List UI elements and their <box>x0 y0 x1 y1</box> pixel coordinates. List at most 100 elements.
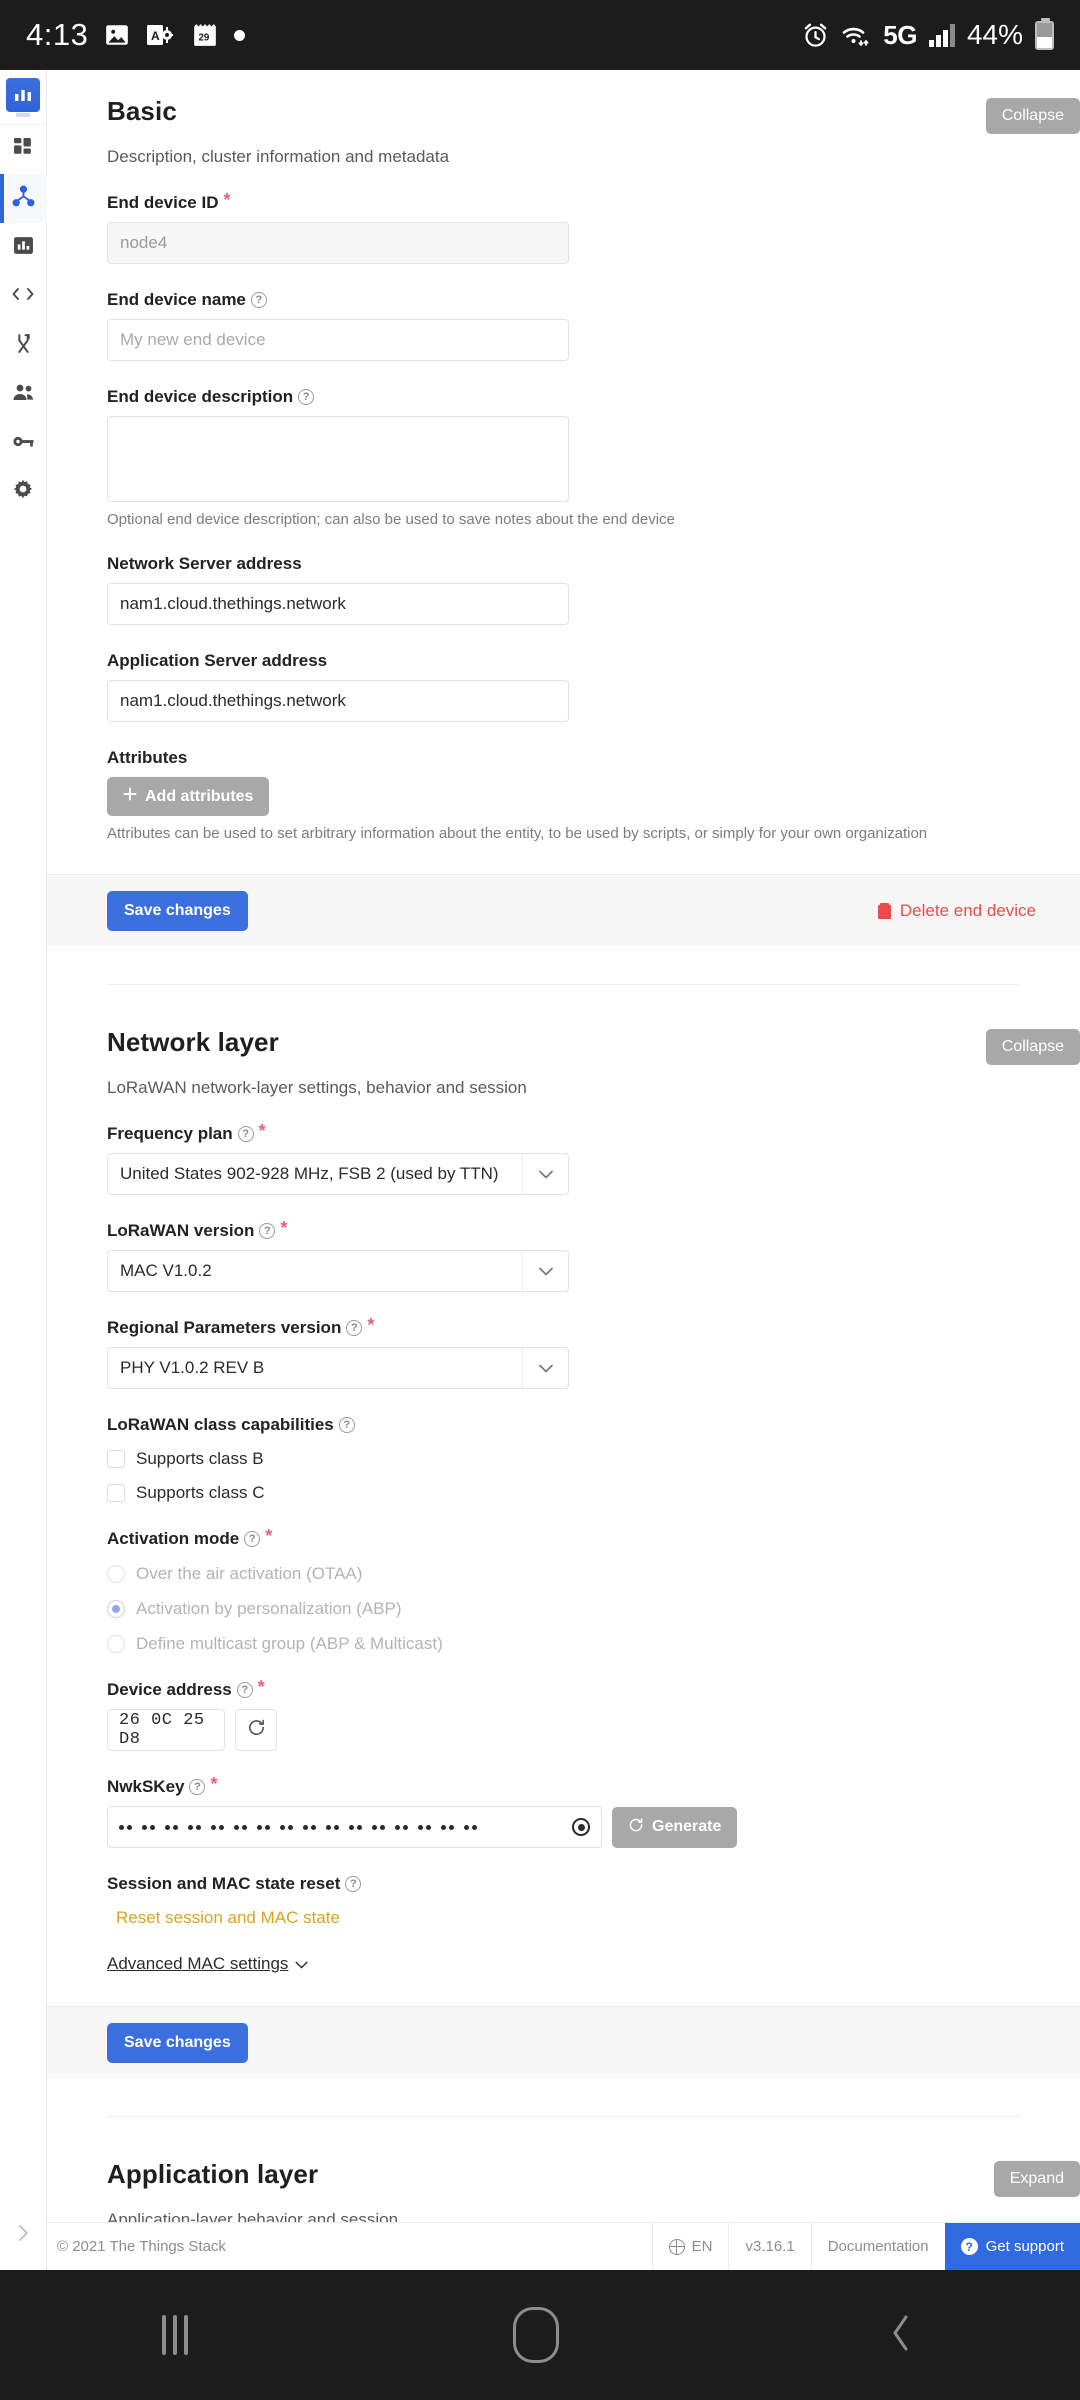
end-device-name-input[interactable]: My new end device <box>107 319 569 361</box>
network-layer-section-body: Frequency plan ? * United States 902-928… <box>47 1122 1080 1974</box>
bar-chart-icon <box>13 235 34 261</box>
back-button[interactable] <box>884 2310 918 2361</box>
activation-multicast-radio <box>107 1635 125 1653</box>
sidebar-expand-button[interactable] <box>0 2200 47 2270</box>
application-server-address-field: Application Server address nam1.cloud.th… <box>107 651 1036 722</box>
footer-links: EN v3.16.1 Documentation ? Get support <box>651 2223 1080 2270</box>
attributes-field: Attributes Add attributes Attributes can… <box>107 748 1036 842</box>
sidebar-item-live-data[interactable] <box>0 223 47 272</box>
footer-get-support-button[interactable]: ? Get support <box>944 2223 1080 2270</box>
battery-icon <box>1035 17 1054 50</box>
advanced-mac-settings-link[interactable]: Advanced MAC settings <box>107 1954 308 1974</box>
help-icon[interactable]: ? <box>236 1682 253 1698</box>
regional-parameters-select[interactable]: PHY V1.0.2 REV B <box>107 1347 569 1389</box>
sidebar-item-integrations[interactable] <box>0 321 47 370</box>
supports-class-b-checkbox[interactable] <box>107 1450 125 1468</box>
chevron-down-icon <box>522 1251 568 1291</box>
required-marker: * <box>257 1677 265 1697</box>
end-device-id-input[interactable]: node4 <box>107 222 569 264</box>
activation-otaa-radio <box>107 1565 125 1583</box>
add-attributes-button[interactable]: Add attributes <box>107 777 270 816</box>
sidebar-item-general-settings[interactable] <box>0 468 47 517</box>
help-icon[interactable]: ? <box>237 1126 254 1142</box>
footer-language-selector[interactable]: EN <box>651 2223 729 2270</box>
reset-session-mac-state-link[interactable]: Reset session and MAC state <box>116 1908 1036 1928</box>
help-icon[interactable]: ? <box>244 1531 261 1547</box>
sidebar-item-api-keys[interactable] <box>0 419 47 468</box>
supports-class-c-checkbox[interactable] <box>107 1484 125 1502</box>
sidebar-item-payload-formatters[interactable] <box>0 272 47 321</box>
nwkskey-generate-button[interactable]: Generate <box>612 1806 738 1848</box>
help-icon[interactable]: ? <box>259 1223 276 1239</box>
frequency-plan-select[interactable]: United States 902-928 MHz, FSB 2 (used b… <box>107 1153 569 1195</box>
network-layer-action-bar: Save changes <box>47 2006 1080 2078</box>
help-icon[interactable]: ? <box>298 389 315 405</box>
frequency-plan-label: Frequency plan <box>107 1124 233 1143</box>
network-type-label: 5G <box>883 19 917 50</box>
device-address-input[interactable]: 26 0C 25 D8 <box>107 1709 225 1751</box>
application-server-address-input[interactable]: nam1.cloud.thethings.network <box>107 680 569 722</box>
chevron-down-icon <box>522 1348 568 1388</box>
image-icon <box>104 22 130 48</box>
basic-collapse-button[interactable]: Collapse <box>985 98 1080 134</box>
delete-end-device-button[interactable]: Delete end device <box>877 900 1036 921</box>
things-stack-logo[interactable] <box>6 78 40 117</box>
footer-documentation-link[interactable]: Documentation <box>810 2223 945 2270</box>
end-device-description-textarea[interactable] <box>107 416 569 502</box>
required-marker: * <box>223 190 231 210</box>
nwkskey-input[interactable] <box>107 1806 602 1848</box>
globe-icon <box>668 2238 685 2255</box>
android-nav-bar <box>0 2270 1080 2400</box>
recent-apps-button[interactable] <box>162 2315 189 2355</box>
network-layer-collapse-button[interactable]: Collapse <box>985 1029 1080 1065</box>
device-address-regenerate-button[interactable] <box>235 1709 277 1751</box>
home-button[interactable] <box>512 2307 559 2363</box>
device-address-label: Device address <box>107 1680 232 1699</box>
end-device-description-hint: Optional end device description; can als… <box>107 511 675 528</box>
help-icon[interactable]: ? <box>346 1320 363 1336</box>
required-marker: * <box>210 1774 218 1794</box>
required-marker: * <box>265 1526 273 1546</box>
lorawan-version-select[interactable]: MAC V1.0.2 <box>107 1250 569 1292</box>
help-icon[interactable]: ? <box>345 1876 362 1892</box>
basic-description: Description, cluster information and met… <box>107 147 450 166</box>
add-attributes-label: Add attributes <box>145 787 254 805</box>
sidebar-item-collaborators[interactable] <box>0 370 47 419</box>
application-layer-expand-button[interactable]: Expand <box>993 2161 1080 2197</box>
status-bar: 4:13 A 29 5G 44% <box>0 0 1080 70</box>
device-address-label-row: Device address ? * <box>107 1677 1036 1700</box>
network-server-address-field: Network Server address nam1.cloud.thethi… <box>107 554 1036 625</box>
merge-icon <box>13 333 34 359</box>
regional-parameters-field: Regional Parameters version ? * PHY V1.0… <box>107 1316 1036 1389</box>
end-device-id-field: End device ID * node4 <box>107 190 1036 264</box>
delete-end-device-label: Delete end device <box>899 900 1036 920</box>
activation-mode-label: Activation mode <box>107 1529 240 1548</box>
sidebar-item-end-devices[interactable] <box>0 174 47 223</box>
network-layer-save-changes-button[interactable]: Save changes <box>107 2022 248 2063</box>
device-address-field: Device address ? * 26 0C 25 D8 <box>107 1677 1036 1751</box>
basic-save-changes-button[interactable]: Save changes <box>107 890 248 931</box>
end-device-id-label: End device ID <box>107 193 219 212</box>
people-icon <box>12 383 35 407</box>
scroll-area[interactable]: Basic Description, cluster information a… <box>47 70 1080 2222</box>
nwkskey-masked-value <box>119 1824 477 1830</box>
basic-section-header: Basic Description, cluster information a… <box>47 70 1080 167</box>
help-icon[interactable]: ? <box>189 1779 206 1795</box>
dot-icon <box>234 29 246 41</box>
grid-icon <box>13 137 34 163</box>
supports-class-c-row[interactable]: Supports class C <box>107 1483 1036 1503</box>
end-device-name-field: End device name ? My new end device <box>107 290 1036 361</box>
sidebar-item-overview[interactable] <box>0 125 47 174</box>
refresh-icon <box>247 1718 266 1742</box>
network-server-address-input[interactable]: nam1.cloud.thethings.network <box>107 583 569 625</box>
chevron-down-icon <box>295 1954 308 1974</box>
eye-icon[interactable] <box>572 1818 590 1836</box>
frequency-plan-value: United States 902-928 MHz, FSB 2 (used b… <box>120 1164 499 1183</box>
application-layer-description: Application-layer behavior and session <box>107 2210 399 2222</box>
activation-abp-radio <box>107 1600 125 1618</box>
attributes-label: Attributes <box>107 748 188 767</box>
help-icon[interactable]: ? <box>250 292 267 308</box>
supports-class-b-row[interactable]: Supports class B <box>107 1449 1036 1469</box>
help-icon[interactable]: ? <box>338 1417 355 1433</box>
application-layer-section-header: Application layer Application-layer beha… <box>47 2117 1080 2222</box>
